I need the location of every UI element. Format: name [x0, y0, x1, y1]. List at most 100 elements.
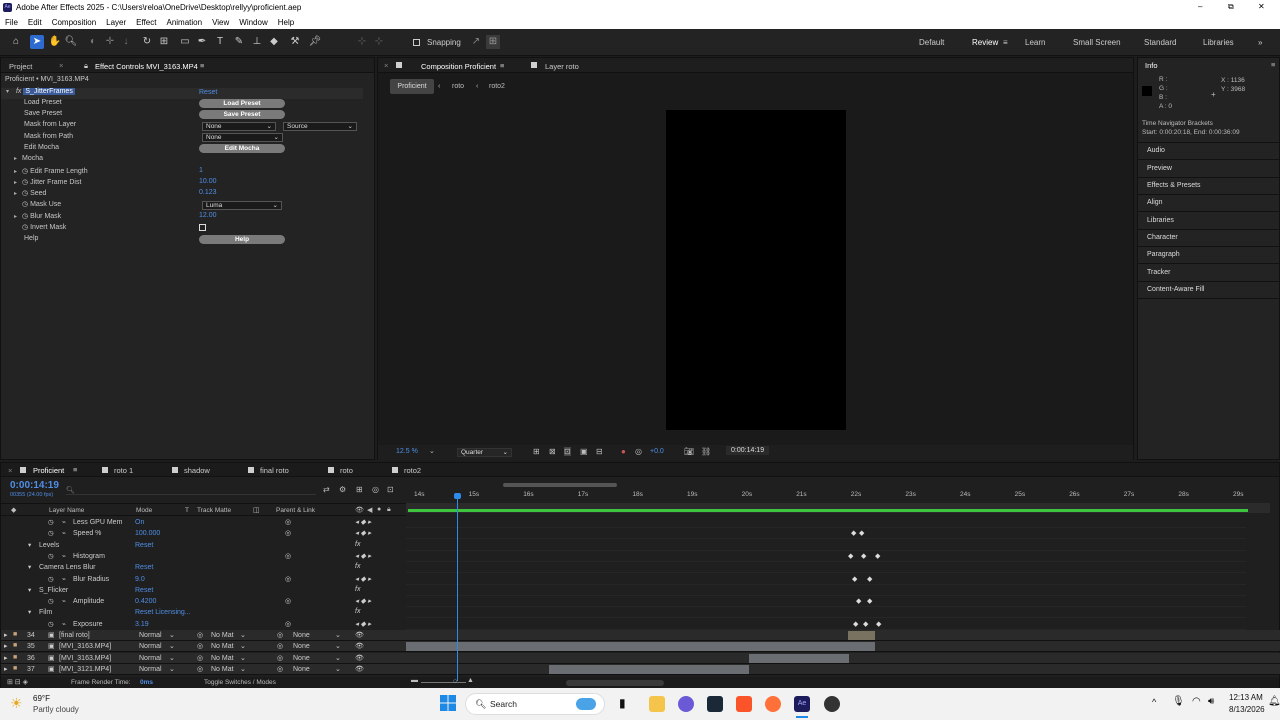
property-row[interactable]: ◷ ⌁ Exposure 3.19 ◎ ◂ ◆ ▸ ◆ ◆ ◆ [1, 619, 1280, 630]
keyframe-icon[interactable]: ◆ [861, 552, 866, 560]
steam-icon[interactable] [707, 696, 723, 712]
timeline-tab-final-roto[interactable]: final roto [260, 466, 289, 475]
close-tab-icon[interactable]: × [384, 61, 388, 70]
property-row[interactable]: ◷ ⌁ Blur Radius 9.0 ◎ ◂ ◆ ▸ ◆ ◆ [1, 574, 1280, 585]
zoom-tool-icon[interactable]: 🔍︎ [64, 35, 78, 49]
eye-icon[interactable]: 👁︎ [355, 506, 364, 514]
zoom-out-icon[interactable]: ▬ [411, 677, 418, 684]
audio-icon[interactable]: ◀ [367, 506, 372, 514]
layer-mode-dropdown[interactable]: Normal [139, 666, 162, 673]
tab-layer-roto[interactable]: Layer roto [545, 62, 579, 71]
menu-window[interactable]: Window [239, 18, 267, 27]
jitter-frame-dist-value[interactable]: 10.00 [199, 178, 217, 189]
keyframe-nav-icon[interactable]: ◂ ◆ ▸ [355, 529, 371, 537]
rectangle-tool-icon[interactable]: ▭ [178, 35, 192, 49]
snapping-checkbox[interactable] [413, 39, 420, 46]
microphone-icon[interactable]: 🎙︎ [1172, 696, 1185, 707]
layer-name[interactable]: [MVI_3121.MP4] [59, 666, 111, 673]
weather-temp[interactable]: 69°F [33, 694, 50, 703]
visibility-eye-icon[interactable]: 👁︎ [355, 665, 364, 673]
chevron-right-icon[interactable]: ▸ [4, 665, 8, 673]
property-row[interactable]: ▾ Camera Lens Blur Reset fx [1, 562, 1280, 574]
brush-tool-icon[interactable]: ✎ [232, 35, 246, 49]
stopwatch-icon[interactable]: ◷ [48, 575, 54, 583]
property-row[interactable]: ◷ ⌁ Amplitude 0.4200 ◎ ◂ ◆ ▸ ◆ ◆ [1, 596, 1280, 608]
workspace-libraries[interactable]: Libraries [1203, 38, 1234, 47]
keyframe-icon[interactable]: ◆ [859, 529, 864, 537]
edit-mocha-button[interactable]: Edit Mocha [199, 144, 285, 153]
panel-menu-icon[interactable]: ≡ [200, 61, 204, 70]
chevron-right-icon[interactable]: ▸ [14, 179, 22, 186]
save-preset-button[interactable]: Save Preset [199, 110, 285, 119]
panel-paragraph[interactable]: Paragraph [1147, 251, 1180, 258]
workspace-small-screen[interactable]: Small Screen [1073, 38, 1121, 47]
rotate-tool-icon[interactable]: ↻ [140, 35, 154, 49]
draft-3d-icon[interactable]: ⚙ [339, 485, 346, 494]
pick-whip-icon[interactable]: ◎ [197, 665, 203, 673]
mocha-group[interactable]: ▸ Mocha [14, 155, 43, 166]
property-value[interactable]: 3.19 [135, 621, 149, 628]
discord-icon[interactable] [678, 696, 694, 712]
visibility-eye-icon[interactable]: 👁︎ [355, 631, 364, 639]
brave-icon[interactable] [736, 696, 752, 712]
file-explorer-icon[interactable] [649, 696, 665, 712]
parent-dropdown[interactable]: None [293, 655, 310, 662]
invert-mask-checkbox[interactable] [199, 224, 206, 231]
zoom-slider[interactable] [421, 682, 466, 683]
dolly-tool-icon[interactable]: ↓ [119, 35, 133, 49]
fx-icon[interactable]: fx [355, 541, 360, 548]
playhead-handle[interactable] [454, 493, 461, 499]
keyframe-icon[interactable]: ◆ [863, 620, 868, 628]
panel-align[interactable]: Align [1147, 199, 1163, 206]
property-row[interactable]: ▾ Film Reset Licensing... fx [1, 607, 1280, 619]
menu-composition[interactable]: Composition [52, 18, 96, 27]
effect-name[interactable]: S_JitterFrames [23, 88, 75, 95]
work-area-green-bar[interactable] [408, 509, 1248, 512]
zoom-level[interactable]: 12.5 % [396, 448, 418, 455]
eraser-tool-icon[interactable]: ◆ [267, 35, 281, 49]
exposure-value[interactable]: +0.0 [650, 448, 664, 455]
chevron-right-icon[interactable]: ▸ [14, 190, 22, 197]
layer-row[interactable]: ▸ ■ ▣ 35 [MVI_3163.MP4] Normal No Mat None ⌄ ⌄ ⌄ ◎ ◎… [1, 641, 1280, 653]
property-track[interactable] [406, 585, 1246, 596]
pick-whip-icon[interactable]: ◎ [197, 642, 203, 650]
current-time-indicator[interactable] [457, 493, 458, 681]
label-color-icon[interactable]: ■ [13, 642, 17, 649]
chevron-down-icon[interactable]: ▾ [6, 88, 14, 95]
stopwatch-icon[interactable]: ◷ [22, 168, 30, 175]
workspace-menu-icon[interactable]: ≡ [1003, 38, 1008, 47]
resolution-dropdown[interactable]: Quarter ⌄ [457, 448, 512, 457]
timeline-tab-roto[interactable]: roto [340, 466, 353, 475]
panel-menu-icon[interactable]: ≡ [500, 61, 504, 70]
timeline-tab-roto-1[interactable]: roto 1 [114, 466, 133, 475]
comp-mini-flowchart-icon[interactable]: ⇄ [323, 485, 330, 494]
keyframe-icon[interactable]: ◆ [848, 552, 853, 560]
menu-effect[interactable]: Effect [136, 18, 156, 27]
pick-whip-icon[interactable]: ◎ [277, 631, 283, 639]
keyframe-icon[interactable]: ◆ [867, 575, 872, 583]
load-preset-button[interactable]: Load Preset [199, 99, 285, 108]
track-matte-dropdown[interactable]: No Mat [211, 666, 234, 673]
keyframe-nav-icon[interactable]: ◂ ◆ ▸ [355, 575, 371, 583]
after-effects-taskbar-icon[interactable]: Ae [794, 696, 810, 712]
maximize-button[interactable]: ⧉ [1228, 2, 1234, 12]
stopwatch-icon[interactable]: ◷ [48, 518, 54, 526]
pick-whip-icon[interactable]: ◎ [197, 654, 203, 662]
tab-composition-proficient[interactable]: Composition Proficient [421, 62, 496, 71]
timeline-tab-proficient[interactable]: Proficient [33, 466, 64, 475]
type-tool-icon[interactable]: T [213, 35, 227, 49]
property-value[interactable]: On [135, 519, 144, 526]
timeline-current-time[interactable]: 0:00:14:19 [10, 480, 59, 491]
layer-row[interactable]: ▸ ■ ▣ 36 [MVI_3163.MP4] Normal No Mat None ⌄ ⌄ ⌄ ◎ ◎… [1, 652, 1280, 664]
parent-dropdown[interactable]: None [293, 632, 310, 639]
property-value[interactable]: Reset [135, 564, 153, 571]
column-layer-name[interactable]: Layer Name [49, 507, 84, 514]
layer-mode-dropdown[interactable]: Normal [139, 632, 162, 639]
keyframe-nav-icon[interactable]: ◂ ◆ ▸ [355, 552, 371, 560]
keyframe-icon[interactable]: ◆ [876, 620, 881, 628]
blur-mask-value[interactable]: 12.00 [199, 212, 217, 223]
lock-icon[interactable]: 🔒︎ [84, 61, 88, 71]
track-matte-dropdown[interactable]: No Mat [211, 643, 234, 650]
more-workspaces-icon[interactable]: » [1258, 38, 1262, 47]
weather-desc[interactable]: Partly cloudy [33, 705, 79, 714]
